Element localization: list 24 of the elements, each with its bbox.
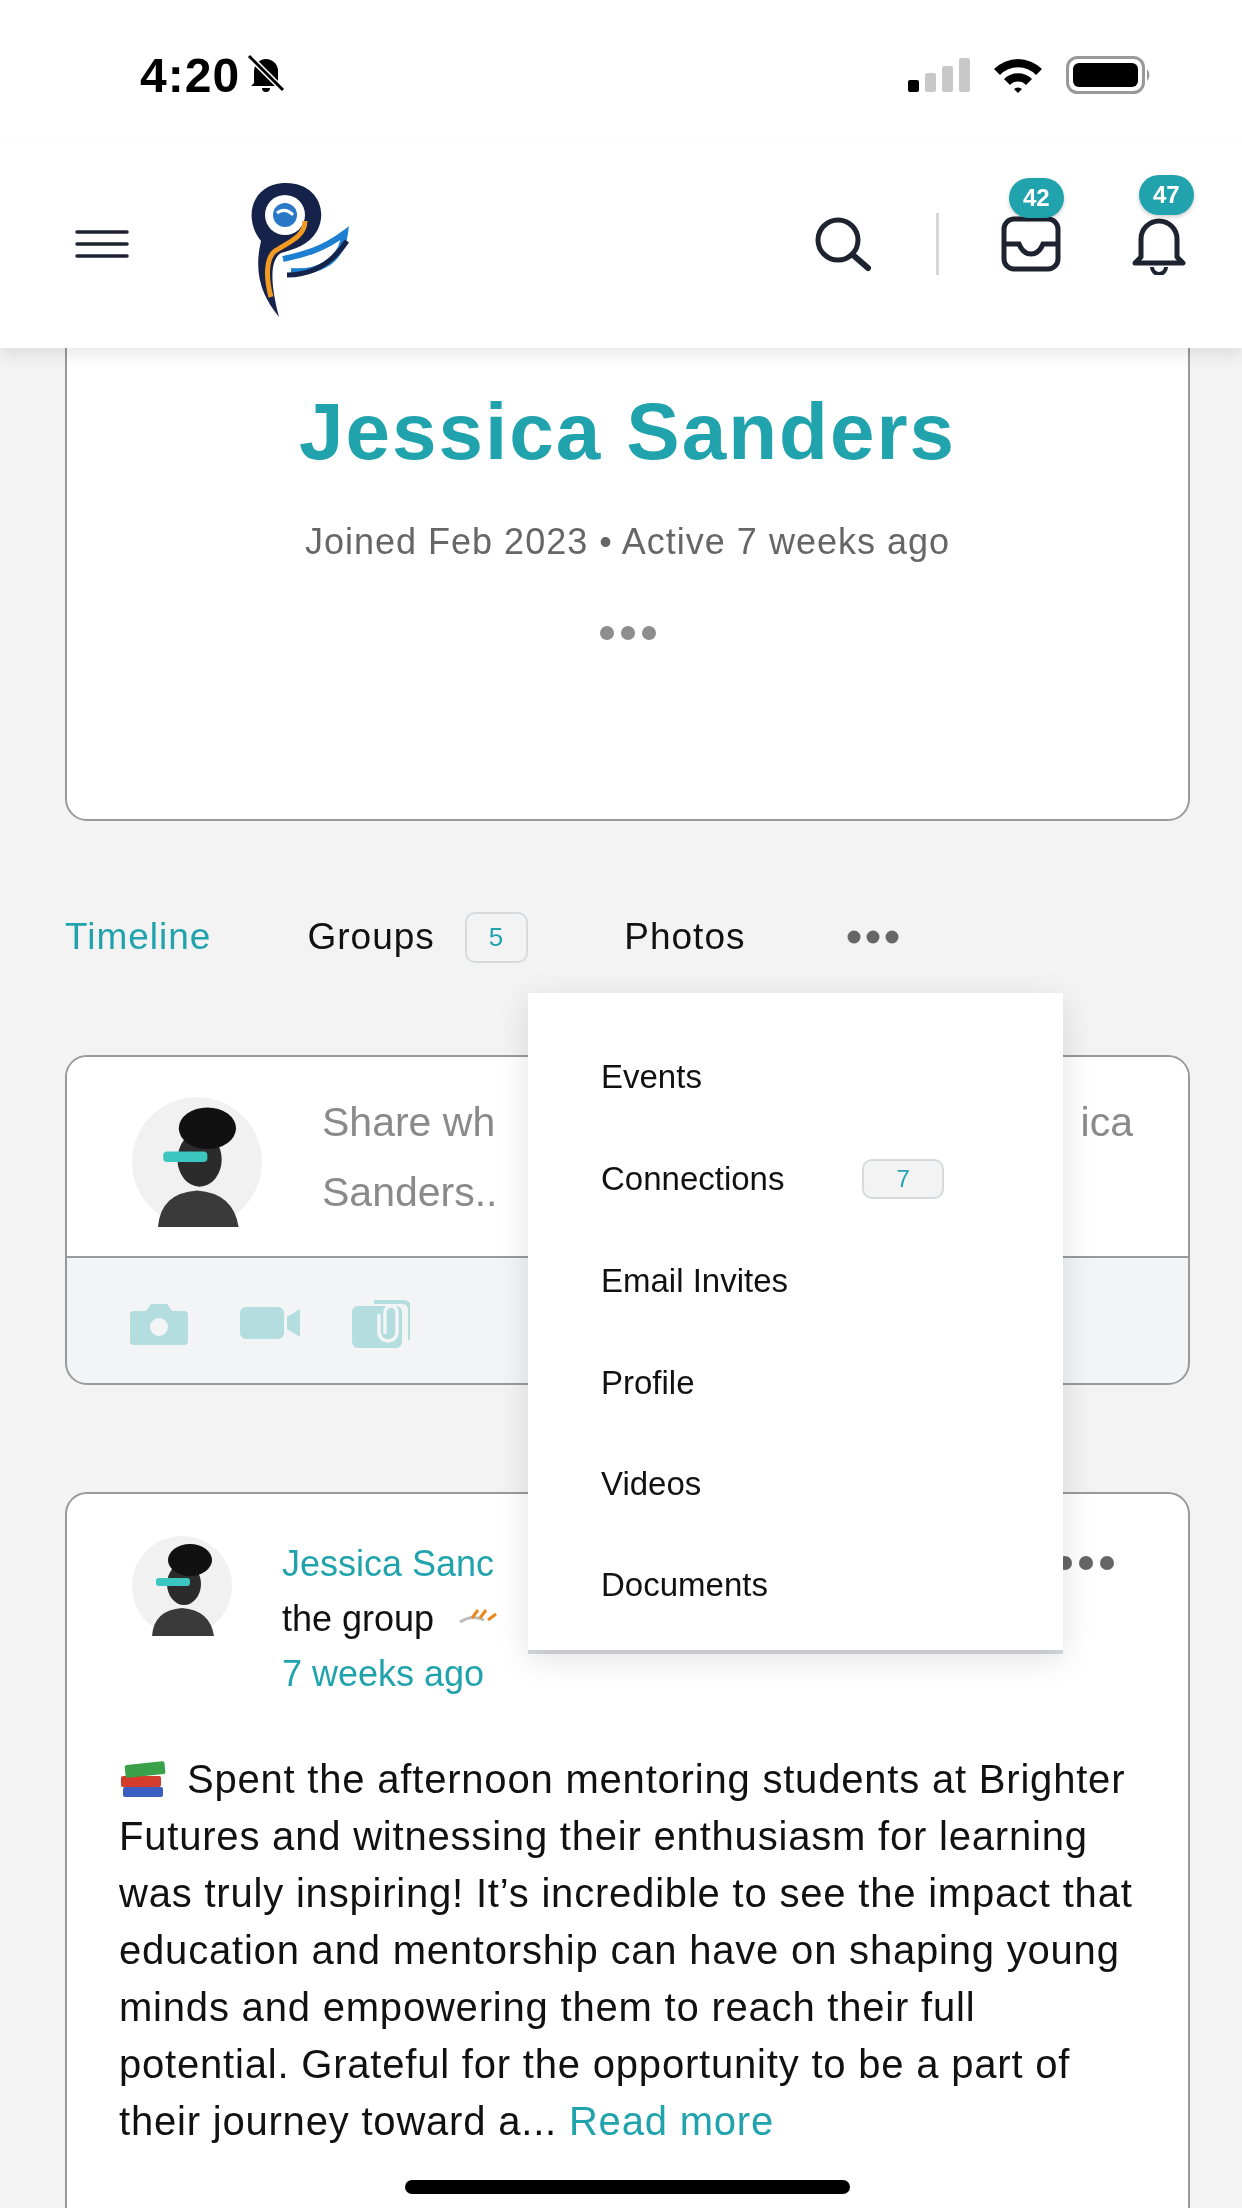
post-action-text: the group	[282, 1597, 435, 1641]
more-tabs-icon[interactable]	[847, 930, 900, 944]
tab-count-badge: 5	[464, 911, 529, 963]
menu-count-badge: 7	[862, 1159, 944, 1199]
wifi-icon	[992, 57, 1044, 93]
signal-icon	[908, 58, 970, 92]
inbox-icon[interactable]	[1001, 216, 1061, 272]
battery-icon	[1066, 56, 1152, 94]
more-options-icon[interactable]	[599, 626, 656, 640]
post-text: Spent the afternoon mentoring students at Brighter Futures and witnessing their enthusiasm for learning was truly inspiring! It’s incredible to see the impact that education and mentorship can have on shaping young minds and empowering them to reach their full potential. Grateful for the opportunity to be a part of their journey toward a... Read more	[119, 1756, 1134, 2145]
menu-item[interactable]: Documents	[528, 1534, 1063, 1635]
menu-item[interactable]: Videos	[528, 1433, 1063, 1534]
menu-item[interactable]: Email Invites	[528, 1230, 1063, 1332]
inbox-count-badge: 42	[1009, 178, 1064, 218]
menu-icon[interactable]	[75, 229, 129, 259]
profile-meta: Joined Feb 2023 • Active 7 weeks ago	[305, 520, 950, 564]
profile-tab[interactable]: Groups 5	[307, 911, 529, 963]
menu-item[interactable]: Profile	[528, 1332, 1063, 1433]
menu-item[interactable]: Connections 7	[528, 1128, 1063, 1230]
status-time: 4:20	[140, 47, 241, 103]
profile-name: Jessica Sanders	[298, 387, 957, 477]
profile-tab[interactable]: Photos	[624, 916, 746, 958]
notification-count-badge: 47	[1139, 175, 1194, 215]
menu-item[interactable]: Events	[528, 1026, 1063, 1128]
